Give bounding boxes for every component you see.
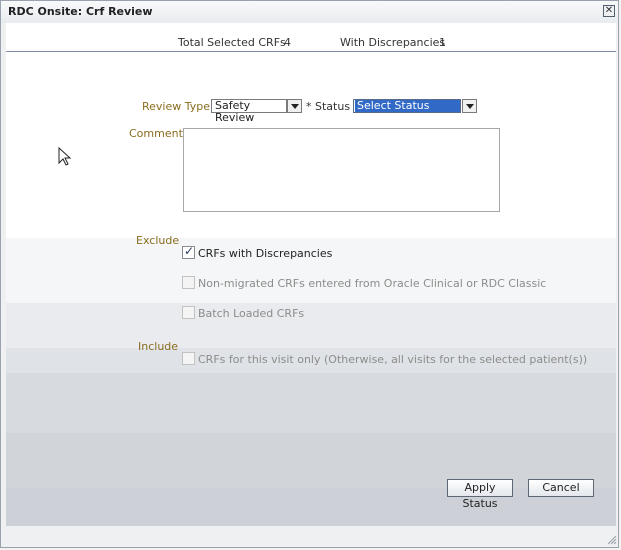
exclude-non-migrated-label: Non-migrated CRFs entered from Oracle Cl… — [198, 277, 547, 290]
comment-textarea[interactable] — [183, 128, 500, 212]
mouse-pointer-icon — [58, 147, 72, 166]
apply-status-button[interactable]: Apply Status — [447, 479, 513, 510]
status-select-value: Select Status — [355, 100, 460, 112]
review-type-select[interactable]: Safety Review — [211, 99, 287, 124]
with-discrepancies-value: 1 — [439, 36, 446, 49]
close-icon[interactable]: ✕ — [603, 5, 615, 17]
review-type-label: Review Type — [142, 100, 211, 113]
status-dropdown-icon[interactable] — [462, 99, 477, 113]
include-this-visit-checkbox[interactable] — [182, 352, 195, 365]
summary-divider — [6, 51, 616, 52]
exclude-non-migrated-checkbox[interactable] — [182, 276, 195, 289]
dialog-content: Total Selected CRFs 4 With Discrepancies… — [6, 23, 616, 526]
resize-grip-icon[interactable] — [607, 535, 617, 545]
exclude-discrepancies-checkbox[interactable] — [182, 244, 195, 259]
with-discrepancies-label: With Discrepancies — [340, 36, 446, 49]
cancel-button[interactable]: Cancel — [528, 479, 594, 497]
exclude-batch-loaded-checkbox[interactable] — [182, 306, 195, 319]
include-this-visit-label: CRFs for this visit only (Otherwise, all… — [198, 353, 588, 366]
comment-label: Comment — [129, 127, 183, 140]
total-selected-value: 4 — [284, 36, 291, 49]
crf-review-dialog: RDC Onsite: Crf Review ✕ Total Selected … — [0, 0, 619, 548]
total-selected-label: Total Selected CRFs — [178, 36, 286, 49]
exclude-label: Exclude — [136, 234, 180, 247]
exclude-batch-loaded-label: Batch Loaded CRFs — [198, 307, 305, 320]
review-type-dropdown-icon[interactable] — [287, 99, 302, 113]
include-label: Include — [138, 340, 179, 353]
status-select[interactable]: Select Status — [353, 99, 461, 113]
title-bar[interactable]: RDC Onsite: Crf Review ✕ — [1, 1, 618, 23]
dialog-title: RDC Onsite: Crf Review — [8, 5, 153, 18]
exclude-discrepancies-label: CRFs with Discrepancies — [198, 247, 333, 260]
status-label: * Status — [306, 100, 351, 113]
